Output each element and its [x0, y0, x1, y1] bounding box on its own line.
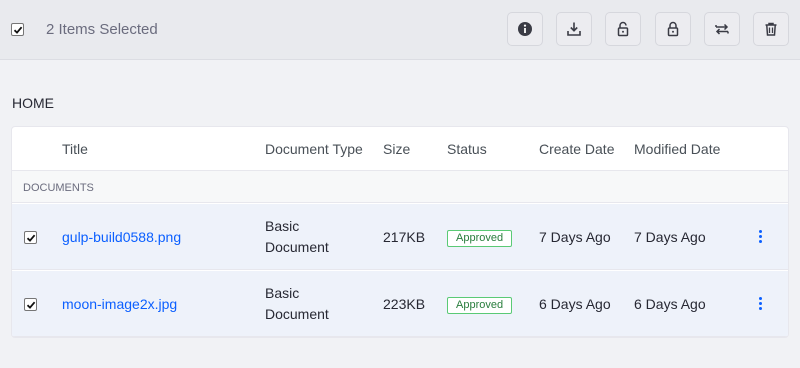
checkmark-icon [26, 301, 35, 309]
checkin-button[interactable] [605, 12, 641, 46]
status-badge: Approved [447, 297, 513, 314]
create-date: 6 Days Ago [539, 296, 611, 312]
modified-date: 7 Days Ago [634, 229, 706, 245]
document-type: Basic Document [265, 218, 329, 255]
column-document-type[interactable]: Document Type [265, 141, 363, 157]
table-row[interactable]: gulp-build0588.png Basic Document 217KB … [12, 204, 788, 270]
row-checkbox[interactable] [24, 231, 37, 244]
column-size[interactable]: Size [383, 141, 410, 157]
column-status[interactable]: Status [447, 141, 487, 157]
column-modified-date[interactable]: Modified Date [634, 141, 720, 157]
move-button[interactable] [704, 12, 740, 46]
table-row[interactable]: moon-image2x.jpg Basic Document 223KB Ap… [12, 271, 788, 337]
document-size: 217KB [383, 229, 426, 245]
select-all-checkbox[interactable] [11, 23, 24, 36]
document-title-link[interactable]: moon-image2x.jpg [62, 296, 177, 312]
column-title[interactable]: Title [62, 141, 88, 157]
info-button[interactable] [507, 12, 543, 46]
checkmark-icon [13, 26, 22, 34]
selection-count: 2 Items Selected [46, 21, 158, 38]
move-icon [715, 23, 729, 35]
table-header: Title Document Type Size Status Create D… [12, 127, 788, 171]
unlock-icon [617, 21, 629, 37]
info-icon [518, 22, 532, 36]
group-header: DOCUMENTS [12, 171, 788, 203]
document-type: Basic Document [265, 285, 329, 322]
group-label: DOCUMENTS [23, 182, 94, 194]
actions-menu-icon[interactable] [755, 228, 765, 246]
delete-button[interactable] [753, 12, 789, 46]
document-size: 223KB [383, 296, 426, 312]
documents-table: Title Document Type Size Status Create D… [11, 126, 789, 338]
actions-menu-icon[interactable] [755, 295, 765, 313]
download-button[interactable] [556, 12, 592, 46]
checkmark-icon [26, 234, 35, 242]
download-icon [567, 22, 581, 36]
page-title: HOME [12, 95, 54, 111]
trash-icon [765, 22, 777, 36]
column-create-date[interactable]: Create Date [539, 141, 614, 157]
lock-icon [667, 21, 679, 37]
status-badge: Approved [447, 230, 513, 247]
document-title-link[interactable]: gulp-build0588.png [62, 229, 181, 245]
management-toolbar: 2 Items Selected [0, 0, 800, 60]
create-date: 7 Days Ago [539, 229, 611, 245]
row-checkbox[interactable] [24, 298, 37, 311]
modified-date: 6 Days Ago [634, 296, 706, 312]
checkout-button[interactable] [655, 12, 691, 46]
